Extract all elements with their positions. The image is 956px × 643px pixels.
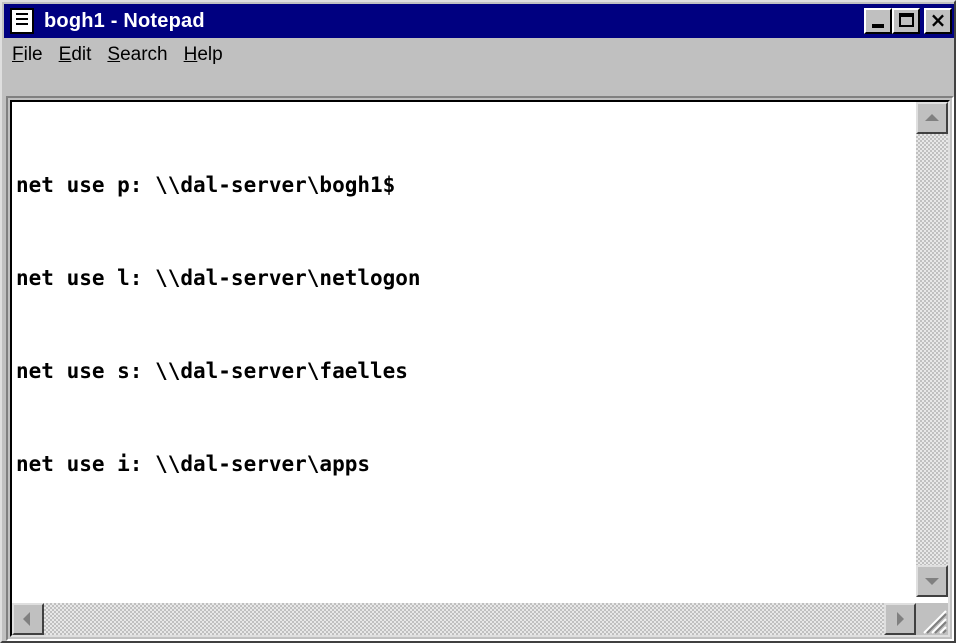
window-controls: × (864, 8, 952, 34)
close-button[interactable]: × (924, 8, 952, 34)
notepad-window: bogh1 - Notepad × File Edit Search Help … (0, 0, 956, 643)
window-title: bogh1 - Notepad (44, 9, 205, 32)
scroll-up-button[interactable] (916, 102, 948, 134)
arrow-up-icon (925, 114, 939, 121)
text-area[interactable]: net use p: \\dal-server\bogh1$ net use l… (12, 102, 912, 597)
maximize-icon (899, 13, 914, 27)
menu-search[interactable]: Search (99, 41, 175, 69)
text-line[interactable]: net use i: \\dal-server\apps (16, 449, 912, 480)
menu-bar: File Edit Search Help (4, 40, 954, 70)
menu-edit[interactable]: Edit (51, 41, 100, 69)
text-line[interactable]: net use s: \\dal-server\faelles (16, 356, 912, 387)
menu-help-label: elp (197, 44, 223, 65)
arrow-left-icon (23, 612, 30, 626)
maximize-button[interactable] (892, 8, 920, 34)
menu-search-accel: S (107, 44, 121, 65)
arrow-right-icon (897, 612, 904, 626)
minimize-button[interactable] (864, 8, 892, 34)
scroll-down-button[interactable] (916, 565, 948, 597)
menu-help[interactable]: Help (176, 41, 231, 69)
menu-file[interactable]: File (4, 41, 51, 69)
close-icon: × (929, 8, 947, 32)
menu-edit-label: dit (71, 44, 92, 65)
notepad-icon[interactable] (10, 8, 34, 34)
editor-frame: net use p: \\dal-server\bogh1$ net use l… (6, 96, 954, 641)
menu-file-accel: F (12, 44, 24, 65)
vertical-scrollbar[interactable] (916, 102, 948, 597)
menu-help-accel: H (183, 44, 198, 65)
menu-search-label: earch (120, 44, 168, 65)
menu-file-label: ile (23, 44, 43, 65)
scroll-right-button[interactable] (884, 603, 916, 635)
text-line[interactable]: net use p: \\dal-server\bogh1$ (16, 170, 912, 201)
text-editor[interactable]: net use p: \\dal-server\bogh1$ net use l… (10, 100, 950, 637)
title-bar[interactable]: bogh1 - Notepad × (4, 4, 954, 38)
horizontal-scrollbar[interactable] (12, 603, 916, 635)
resize-grip-icon[interactable] (916, 603, 948, 635)
text-line[interactable]: net use l: \\dal-server\netlogon (16, 263, 912, 294)
arrow-down-icon (925, 578, 939, 585)
scroll-left-button[interactable] (12, 603, 44, 635)
menu-edit-accel: E (58, 44, 72, 65)
minimize-icon (872, 24, 884, 28)
